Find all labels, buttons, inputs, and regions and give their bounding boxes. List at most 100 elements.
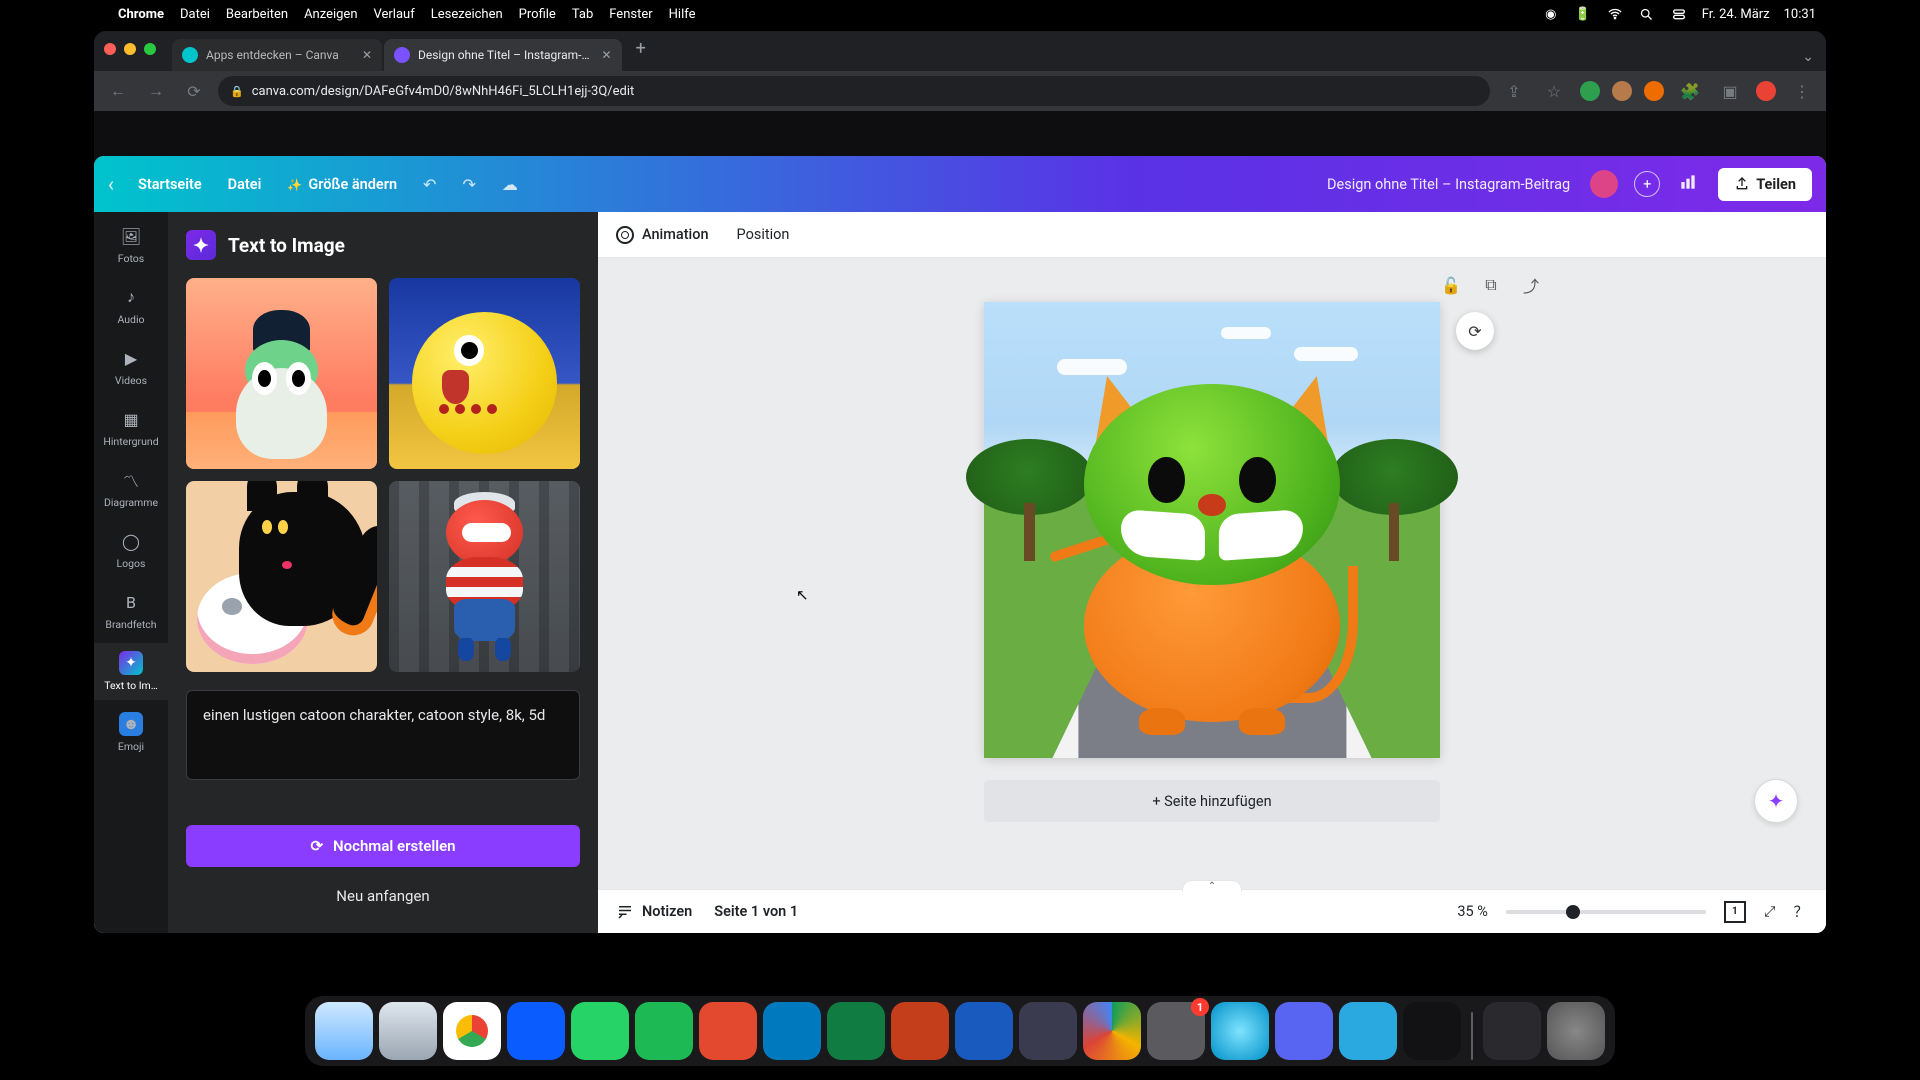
mac-time[interactable]: 10:31 [1784, 7, 1816, 22]
dock-app-trash[interactable] [1547, 1002, 1605, 1060]
mac-menu-item[interactable]: Profile [519, 7, 556, 22]
dock-app-whatsapp[interactable] [571, 1002, 629, 1060]
extension-icon[interactable] [1580, 81, 1600, 101]
magic-assist-button[interactable]: ✦ [1754, 779, 1798, 823]
forward-button[interactable]: → [142, 77, 170, 105]
dock-app-quicktime[interactable] [1339, 1002, 1397, 1060]
dock-app-powerpoint[interactable] [891, 1002, 949, 1060]
chrome-menu-icon[interactable]: ⋮ [1788, 77, 1816, 105]
record-icon[interactable]: ◉ [1542, 5, 1560, 23]
close-window-icon[interactable] [104, 43, 116, 55]
rail-item-fotos[interactable]: 🖼Fotos [94, 216, 168, 273]
position-button[interactable]: Position [737, 226, 790, 243]
dock-app-voicememos[interactable] [1403, 1002, 1461, 1060]
undo-icon[interactable]: ↶ [415, 175, 444, 194]
grid-view-icon[interactable]: 1 [1724, 901, 1746, 923]
unlock-icon[interactable]: 🔓 [1440, 274, 1462, 296]
browser-tab[interactable]: Apps entdecken – Canva ✕ [172, 39, 382, 71]
address-bar[interactable]: 🔒 canva.com/design/DAFeGfv4mD0/8wNhH46Fi… [218, 76, 1490, 106]
workspace[interactable]: 🔓 ⧉ ⤴ [598, 258, 1826, 889]
zoom-value[interactable]: 35 % [1457, 903, 1488, 920]
dock-app-zoom[interactable] [507, 1002, 565, 1060]
mac-menu-item[interactable]: Bearbeiten [226, 7, 288, 22]
dock-app-stack[interactable] [1483, 1002, 1541, 1060]
dock-app-chrome[interactable] [443, 1002, 501, 1060]
fullscreen-icon[interactable]: ⤢ [1764, 903, 1776, 920]
control-center-icon[interactable] [1670, 5, 1688, 23]
bookmark-star-icon[interactable]: ☆ [1540, 77, 1568, 105]
dock-app-finder[interactable] [315, 1002, 373, 1060]
mac-menu-app[interactable]: Chrome [118, 7, 164, 22]
mac-menu-item[interactable]: Fenster [609, 7, 652, 22]
extensions-puzzle-icon[interactable]: 🧩 [1676, 77, 1704, 105]
export-up-icon[interactable]: ⤴ [1520, 274, 1542, 296]
dock-app-excel[interactable] [827, 1002, 885, 1060]
dock-app-drive[interactable] [1083, 1002, 1141, 1060]
dock-app-settings[interactable]: 1 [1147, 1002, 1205, 1060]
window-controls[interactable] [104, 43, 156, 55]
generated-image-thumb[interactable] [186, 278, 377, 469]
battery-icon[interactable]: 🔋 [1574, 5, 1592, 23]
spotlight-icon[interactable] [1638, 5, 1656, 23]
start-over-button[interactable]: Neu anfangen [186, 877, 580, 915]
mac-menu-item[interactable]: Verlauf [374, 7, 415, 22]
generated-image-thumb[interactable] [389, 278, 580, 469]
wifi-icon[interactable] [1606, 5, 1624, 23]
resize-button[interactable]: Größe ändern [279, 176, 405, 193]
dock-app-word[interactable] [955, 1002, 1013, 1060]
regenerate-button[interactable]: ⟳ Nochmal erstellen [186, 825, 580, 867]
rail-item-hintergrund[interactable]: ▦Hintergrund [94, 399, 168, 456]
mac-menu-item[interactable]: Lesezeichen [431, 7, 503, 22]
dock-app-spotify[interactable] [635, 1002, 693, 1060]
dock-app-safari[interactable] [379, 1002, 437, 1060]
tabs-dropdown-icon[interactable]: ⌄ [1790, 49, 1826, 71]
generated-image-thumb[interactable] [389, 481, 580, 672]
reload-button[interactable]: ⟳ [180, 77, 208, 105]
zoom-slider[interactable] [1506, 910, 1706, 914]
prompt-input[interactable]: einen lustigen catoon charakter, catoon … [186, 690, 580, 780]
rail-item-emoji[interactable]: ☻Emoji [94, 704, 168, 761]
tab-close-icon[interactable]: ✕ [362, 48, 372, 62]
rail-item-diagramme[interactable]: 〽Diagramme [94, 460, 168, 517]
mac-menu-item[interactable]: Tab [572, 7, 593, 22]
new-tab-button[interactable]: + [624, 38, 658, 65]
back-button[interactable]: ← [104, 77, 132, 105]
fullscreen-window-icon[interactable] [144, 43, 156, 55]
duplicate-page-icon[interactable]: ⧉ [1480, 274, 1502, 296]
rail-item-logos[interactable]: ◯Logos [94, 521, 168, 578]
mac-menu-item[interactable]: Anzeigen [304, 7, 357, 22]
canva-back-icon[interactable]: ‹ [108, 172, 120, 196]
home-link[interactable]: Startseite [130, 176, 210, 193]
mac-date[interactable]: Fr. 24. März [1702, 7, 1770, 22]
add-page-button[interactable]: + Seite hinzufügen [984, 780, 1440, 822]
redo-icon[interactable]: ↷ [454, 175, 483, 194]
profile-avatar-icon[interactable] [1756, 81, 1776, 101]
refresh-page-button[interactable]: ⟳ [1456, 312, 1494, 350]
rail-item-text-to-image[interactable]: ✦Text to Im… [94, 643, 168, 700]
extension-icon[interactable] [1612, 81, 1632, 101]
extension-icon[interactable] [1644, 81, 1664, 101]
tab-close-icon[interactable]: ✕ [602, 48, 612, 62]
notes-button[interactable]: Notizen [616, 903, 692, 921]
file-menu[interactable]: Datei [220, 176, 270, 193]
sidepanel-icon[interactable]: ▣ [1716, 77, 1744, 105]
dock-app-todoist[interactable] [699, 1002, 757, 1060]
dock-app-generic[interactable] [1211, 1002, 1269, 1060]
animation-button[interactable]: Animation [616, 226, 709, 244]
dock-app-trello[interactable] [763, 1002, 821, 1060]
browser-tab[interactable]: Design ohne Titel – Instagram-… ✕ [384, 39, 622, 71]
canvas-page[interactable] [984, 302, 1440, 758]
help-icon[interactable]: ？ [1794, 901, 1809, 922]
mac-menu-item[interactable]: Hilfe [669, 7, 696, 22]
page-indicator[interactable]: Seite 1 von 1 [714, 903, 798, 920]
rail-item-audio[interactable]: ♪Audio [94, 277, 168, 334]
mac-menu-item[interactable]: Datei [180, 7, 210, 22]
document-title[interactable]: Design ohne Titel – Instagram-Beitrag [1327, 176, 1570, 193]
minimize-window-icon[interactable] [124, 43, 136, 55]
expand-pages-icon[interactable]: ⌃ [1182, 880, 1242, 892]
dock-app-discord[interactable] [1275, 1002, 1333, 1060]
user-avatar[interactable] [1590, 170, 1618, 198]
generated-image-thumb[interactable] [186, 481, 377, 672]
add-member-button[interactable]: + [1634, 171, 1660, 197]
share-page-icon[interactable]: ⇪ [1500, 77, 1528, 105]
